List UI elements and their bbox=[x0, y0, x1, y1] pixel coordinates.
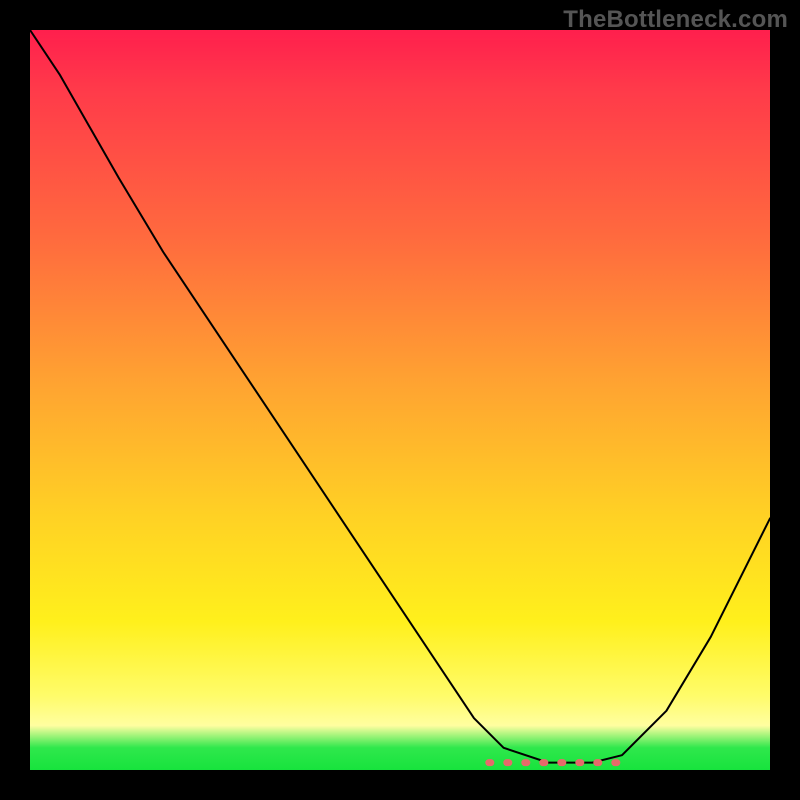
plot-area bbox=[30, 30, 770, 770]
chart-container: TheBottleneck.com bbox=[0, 0, 800, 800]
chart-svg bbox=[30, 30, 770, 770]
bottleneck-curve bbox=[30, 30, 770, 763]
